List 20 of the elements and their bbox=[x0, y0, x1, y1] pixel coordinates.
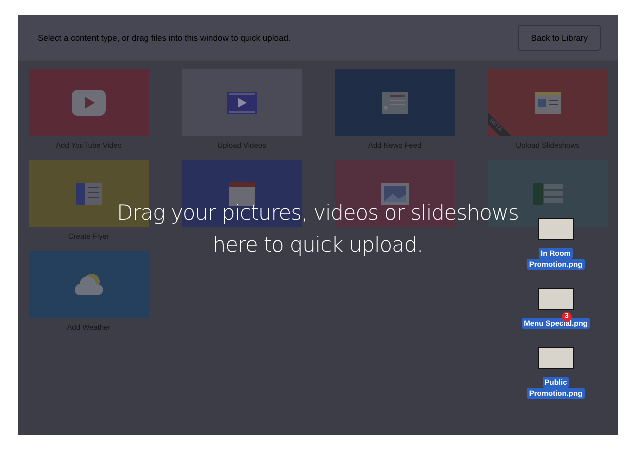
file-thumbnail bbox=[538, 288, 574, 310]
content-type-tile[interactable] bbox=[335, 69, 455, 136]
slideshow-icon bbox=[535, 92, 561, 114]
film-icon bbox=[227, 92, 257, 114]
flyer-icon bbox=[76, 182, 102, 204]
content-type-tile[interactable] bbox=[29, 251, 149, 318]
drop-hint-text: Drag your pictures, videos or slideshows bbox=[117, 200, 519, 227]
content-type-tile[interactable] bbox=[182, 69, 302, 136]
drop-hint-text: here to quick upload. bbox=[212, 232, 424, 259]
cloud-sun-icon bbox=[72, 272, 106, 296]
play-icon bbox=[72, 90, 106, 116]
file-thumbnail bbox=[538, 347, 574, 369]
image-icon bbox=[381, 182, 409, 204]
file-thumbnail bbox=[538, 218, 574, 240]
content-type-tile[interactable] bbox=[29, 69, 149, 136]
calendar-icon bbox=[229, 182, 255, 206]
table-icon bbox=[533, 182, 563, 204]
newspaper-icon bbox=[382, 92, 408, 114]
back-to-library-button[interactable]: Back to Library bbox=[518, 24, 601, 50]
instruction-text: Select a content type, or drag files into this window to quick upload. bbox=[38, 32, 291, 42]
